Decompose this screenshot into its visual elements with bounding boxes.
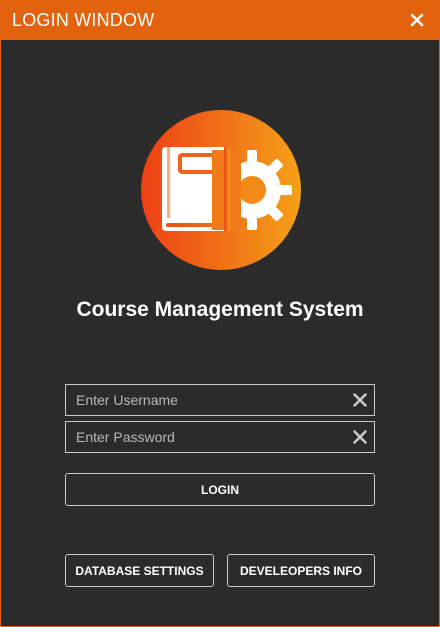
clear-password-button[interactable] (351, 428, 369, 446)
title-bar[interactable]: LOGIN WINDOW (1, 1, 439, 40)
app-title: Course Management System (76, 298, 364, 321)
database-settings-button[interactable]: DATABASE SETTINGS (65, 554, 214, 587)
password-input[interactable] (66, 422, 338, 452)
close-icon (410, 13, 424, 27)
book-gear-logo (141, 110, 301, 270)
window-title: LOGIN WINDOW (12, 10, 155, 30)
password-field[interactable] (65, 421, 375, 453)
login-window: LOGIN WINDOW Course Management System En… (0, 0, 440, 627)
clear-icon (353, 430, 367, 444)
close-button[interactable] (404, 7, 430, 33)
login-button[interactable]: LOGIN (65, 473, 375, 506)
username-field[interactable] (65, 384, 375, 416)
username-input[interactable] (66, 385, 338, 415)
developers-info-button[interactable]: DEVELEOPERS INFO (227, 554, 375, 587)
clear-icon (353, 393, 367, 407)
clear-username-button[interactable] (351, 391, 369, 409)
